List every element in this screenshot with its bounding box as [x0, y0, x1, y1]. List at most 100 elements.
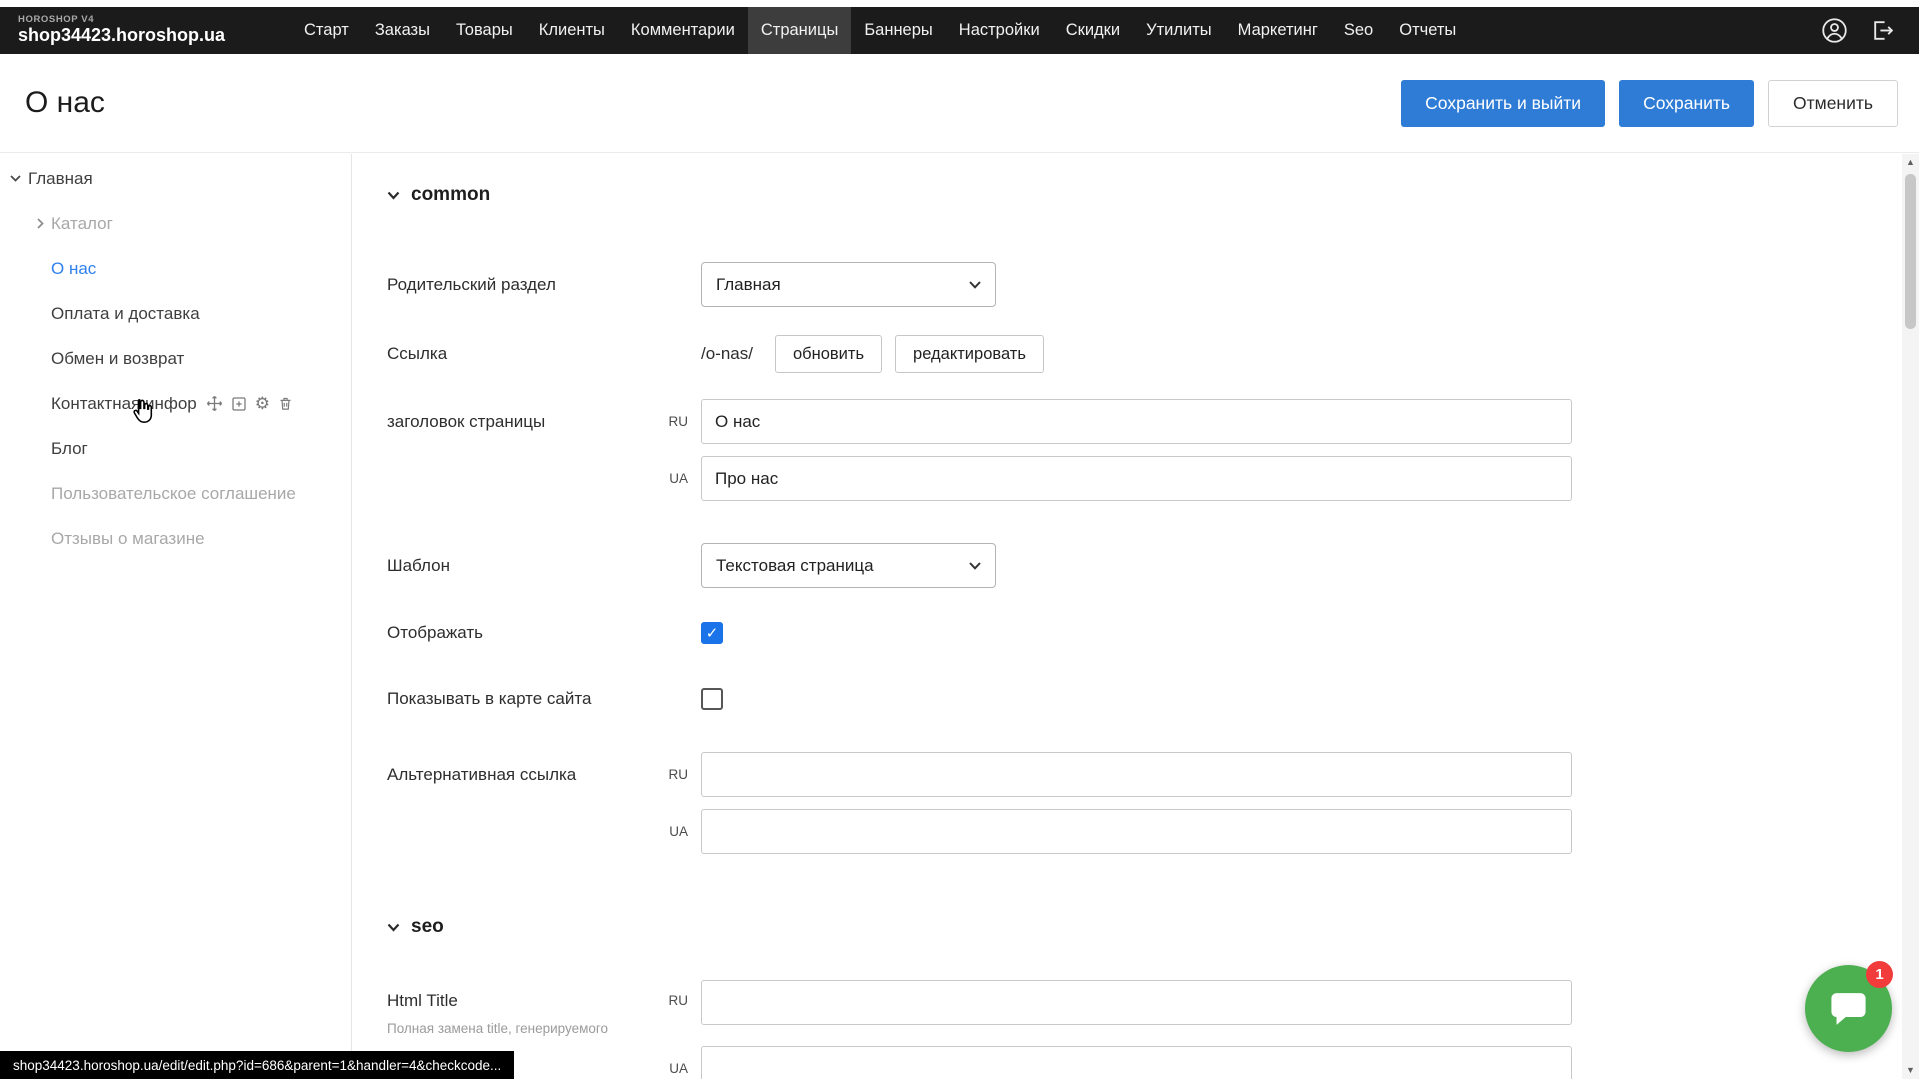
- sidebar-item-label: Каталог: [51, 214, 113, 234]
- sidebar-item-label: Контактная инфор: [51, 394, 197, 414]
- sidebar-item-label: Блог: [51, 439, 88, 459]
- alt-link-ua-row: UA: [387, 809, 1902, 854]
- lang-badge-ru: RU: [657, 980, 701, 1008]
- chevron-down-icon: [387, 191, 400, 200]
- page-header: О нас Сохранить и выйти Сохранить Отмени…: [0, 54, 1919, 153]
- sidebar-item-home[interactable]: Главная: [0, 156, 351, 201]
- page-edit-form: common Родительский раздел Главная Ссылк…: [353, 154, 1902, 1079]
- link-buttons: обновить редактировать: [775, 335, 1044, 373]
- template-row: Шаблон Текстовая страница: [387, 543, 1902, 588]
- lang-badge-ru: RU: [657, 414, 701, 429]
- cancel-button[interactable]: Отменить: [1768, 80, 1898, 127]
- nav-start[interactable]: Старт: [291, 7, 362, 54]
- link-update-button[interactable]: обновить: [775, 335, 882, 373]
- sidebar-item-label: Обмен и возврат: [51, 349, 184, 369]
- section-common-toggle[interactable]: common: [387, 184, 1902, 206]
- link-path-value: /o-nas/: [701, 344, 753, 364]
- topbar-icons: [1821, 17, 1919, 44]
- nav-products[interactable]: Товары: [443, 7, 526, 54]
- html-title-ru-input[interactable]: [701, 980, 1572, 1025]
- topbar: HOROSHOP V4 shop34423.horoshop.ua Старт …: [0, 7, 1919, 54]
- lang-badge-ua: UA: [657, 471, 701, 486]
- pages-tree-sidebar: Главная Каталог О нас Оплата и доставка …: [0, 154, 352, 1079]
- page-title: О нас: [0, 86, 105, 120]
- scroll-down-arrow-icon[interactable]: ▼: [1906, 1066, 1915, 1075]
- chat-bubble-icon: [1828, 988, 1869, 1029]
- sidebar-item-about[interactable]: О нас: [0, 246, 351, 291]
- link-status-tooltip: shop34423.horoshop.ua/edit/edit.php?id=6…: [0, 1051, 514, 1079]
- chevron-down-icon: [969, 281, 981, 289]
- link-label: Ссылка: [387, 344, 657, 364]
- html-title-ua-input[interactable]: [701, 1046, 1572, 1079]
- page-title-ru-input[interactable]: [701, 399, 1572, 444]
- page-title-ua-input[interactable]: [701, 456, 1572, 501]
- brand-domain: shop34423.horoshop.ua: [18, 26, 255, 46]
- sitemap-row: Показывать в карте сайта: [387, 688, 1902, 710]
- header-actions: Сохранить и выйти Сохранить Отменить: [1401, 80, 1919, 127]
- nav-pages[interactable]: Страницы: [748, 7, 851, 54]
- parent-section-row: Родительский раздел Главная: [387, 262, 1902, 307]
- nav-discounts[interactable]: Скидки: [1053, 7, 1133, 54]
- settings-icon[interactable]: ⚙: [255, 395, 270, 412]
- sitemap-checkbox[interactable]: [701, 688, 723, 710]
- chat-unread-badge: 1: [1866, 961, 1893, 988]
- nav-seo[interactable]: Seo: [1331, 7, 1386, 54]
- page-title-label: заголовок страницы: [387, 412, 657, 432]
- vertical-scrollbar[interactable]: ▲ ▼: [1902, 154, 1919, 1079]
- html-title-label-block: Html Title Полная замена title, генериру…: [387, 980, 657, 1036]
- chevron-down-icon: [969, 562, 981, 570]
- alt-link-ru-input[interactable]: [701, 752, 1572, 797]
- section-seo-toggle[interactable]: seo: [387, 916, 1902, 938]
- nav-orders[interactable]: Заказы: [362, 7, 443, 54]
- move-icon[interactable]: [206, 395, 223, 412]
- alt-link-ru-row: Альтернативная ссылка RU: [387, 752, 1902, 797]
- page-title-ru-row: заголовок страницы RU: [387, 399, 1902, 444]
- sidebar-item-user-agreement[interactable]: Пользовательское соглашение: [0, 471, 351, 516]
- save-and-exit-button[interactable]: Сохранить и выйти: [1401, 80, 1605, 127]
- add-page-icon[interactable]: [231, 396, 247, 412]
- account-icon[interactable]: [1821, 17, 1848, 44]
- nav-banners[interactable]: Баннеры: [851, 7, 945, 54]
- page-title-ua-row: UA: [387, 456, 1902, 501]
- sidebar-item-payment-delivery[interactable]: Оплата и доставка: [0, 291, 351, 336]
- delete-icon[interactable]: [278, 395, 293, 412]
- status-url: shop34423.horoshop.ua/edit/edit.php?id=6…: [13, 1058, 501, 1073]
- sidebar-item-label: Оплата и доставка: [51, 304, 200, 324]
- chevron-down-icon: [387, 923, 400, 932]
- template-label: Шаблон: [387, 556, 657, 576]
- nav-marketing[interactable]: Маркетинг: [1225, 7, 1331, 54]
- sidebar-item-exchange-return[interactable]: Обмен и возврат: [0, 336, 351, 381]
- display-row: Отображать ✓: [387, 622, 1902, 644]
- nav-clients[interactable]: Клиенты: [526, 7, 618, 54]
- scroll-up-arrow-icon[interactable]: ▲: [1906, 158, 1915, 167]
- save-button[interactable]: Сохранить: [1619, 80, 1754, 127]
- sidebar-item-label: Пользовательское соглашение: [51, 484, 296, 504]
- select-value: Главная: [716, 275, 969, 295]
- horoshop-admin-page: HOROSHOP V4 shop34423.horoshop.ua Старт …: [0, 0, 1919, 1079]
- chat-launcher-button[interactable]: 1: [1805, 965, 1892, 1052]
- nav-utilities[interactable]: Утилиты: [1133, 7, 1225, 54]
- sidebar-item-contact-info[interactable]: Контактная инфор ⚙: [0, 381, 351, 426]
- sidebar-item-store-reviews[interactable]: Отзывы о магазине: [0, 516, 351, 561]
- alt-link-ua-input[interactable]: [701, 809, 1572, 854]
- display-label: Отображать: [387, 623, 657, 643]
- sidebar-item-catalog[interactable]: Каталог: [0, 201, 351, 246]
- select-value: Текстовая страница: [716, 556, 969, 576]
- nav-reports[interactable]: Отчеты: [1386, 7, 1469, 54]
- scrollbar-thumb[interactable]: [1905, 174, 1916, 329]
- link-edit-button[interactable]: редактировать: [895, 335, 1044, 373]
- brand[interactable]: HOROSHOP V4 shop34423.horoshop.ua: [0, 15, 255, 45]
- parent-section-select[interactable]: Главная: [701, 262, 996, 307]
- section-title: common: [411, 184, 490, 206]
- nav-settings[interactable]: Настройки: [946, 7, 1053, 54]
- template-select[interactable]: Текстовая страница: [701, 543, 996, 588]
- sidebar-item-blog[interactable]: Блог: [0, 426, 351, 471]
- alt-link-label: Альтернативная ссылка: [387, 765, 657, 785]
- nav-comments[interactable]: Комментарии: [618, 7, 748, 54]
- display-checkbox[interactable]: ✓: [701, 622, 723, 644]
- lang-badge-ua: UA: [657, 1061, 701, 1076]
- chevron-down-icon: [10, 175, 28, 182]
- html-title-ru-row: Html Title Полная замена title, генериру…: [387, 980, 1902, 1036]
- check-icon: ✓: [706, 626, 719, 641]
- logout-icon[interactable]: [1870, 18, 1895, 43]
